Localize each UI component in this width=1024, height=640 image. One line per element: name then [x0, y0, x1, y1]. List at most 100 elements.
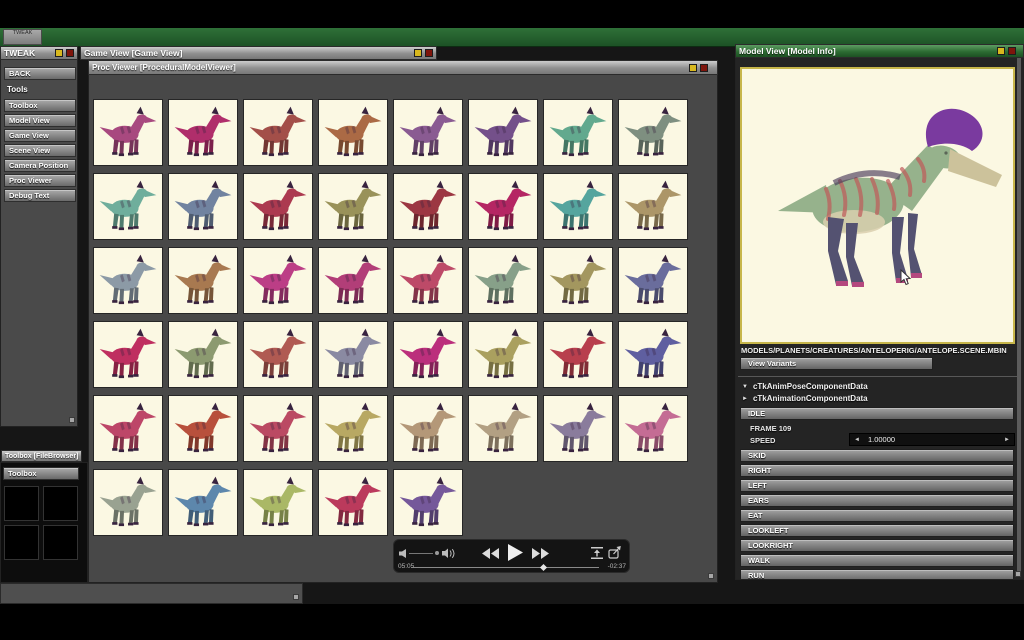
model-view-titlebar[interactable]: Model View [Model Info] [735, 44, 1024, 58]
scrubber-handle[interactable] [539, 563, 548, 572]
sidebar-item-debug-text[interactable]: Debug Text [4, 189, 76, 202]
component-anim-pose[interactable]: ▼ cTkAnimPoseComponentData [742, 382, 868, 391]
creature-thumbnail[interactable] [468, 247, 538, 314]
animation-item-run[interactable]: RUN [740, 569, 1014, 579]
creature-thumbnail[interactable] [393, 395, 463, 462]
creature-thumbnail[interactable] [243, 321, 313, 388]
creature-thumbnail[interactable] [543, 99, 613, 166]
sidebar-item-scene-view[interactable]: Scene View [4, 144, 76, 157]
animation-item-lookright[interactable]: LOOKRIGHT [740, 539, 1014, 552]
creature-thumbnail[interactable] [318, 395, 388, 462]
back-button[interactable]: BACK [4, 67, 76, 80]
creature-thumbnail[interactable] [393, 321, 463, 388]
speed-stepper[interactable]: ◄ 1.00000 ► [849, 433, 1015, 446]
fullscreen-icon[interactable] [591, 547, 603, 559]
close-button[interactable] [66, 49, 74, 57]
creature-thumbnail[interactable] [618, 395, 688, 462]
play-icon[interactable] [508, 544, 523, 561]
creature-thumbnail[interactable] [168, 321, 238, 388]
creature-thumbnail[interactable] [618, 173, 688, 240]
creature-thumbnail[interactable] [168, 99, 238, 166]
creature-thumbnail[interactable] [393, 99, 463, 166]
speaker-icon[interactable] [442, 548, 455, 559]
creature-thumbnail[interactable] [543, 173, 613, 240]
creature-thumbnail[interactable] [318, 469, 388, 536]
animation-item-idle[interactable]: IDLE [740, 407, 1014, 420]
creature-thumbnail[interactable] [243, 173, 313, 240]
animation-item-lookleft[interactable]: LOOKLEFT [740, 524, 1014, 537]
file-slot[interactable] [4, 486, 39, 521]
animation-item-right[interactable]: RIGHT [740, 464, 1014, 477]
sidebar-item-camera-position[interactable]: Camera Position [4, 159, 76, 172]
expanded-triangle-icon[interactable]: ▼ [742, 384, 748, 390]
creature-thumbnail[interactable] [543, 395, 613, 462]
tweak-titlebar[interactable]: TWEAK [0, 46, 78, 60]
sidebar-item-model-view[interactable]: Model View [4, 114, 76, 127]
minimize-button[interactable] [689, 63, 697, 72]
resize-grip[interactable] [69, 417, 75, 423]
animation-item-eat[interactable]: EAT [740, 509, 1014, 522]
creature-thumbnail[interactable] [468, 395, 538, 462]
creature-thumbnail[interactable] [93, 395, 163, 462]
creature-thumbnail[interactable] [543, 247, 613, 314]
creature-thumbnail[interactable] [168, 395, 238, 462]
window-tab[interactable]: TWEAK [3, 29, 42, 45]
creature-thumbnail[interactable] [543, 321, 613, 388]
minimize-button[interactable] [414, 49, 422, 57]
sidebar-item-toolbox[interactable]: Toolbox [4, 99, 76, 112]
creature-thumbnail[interactable] [468, 99, 538, 166]
animation-item-walk[interactable]: WALK [740, 554, 1014, 567]
scrollbar[interactable] [1017, 58, 1021, 577]
creature-thumbnail[interactable] [318, 173, 388, 240]
view-variants-button[interactable]: View Variants [740, 357, 933, 370]
collapsed-triangle-icon[interactable]: ► [742, 396, 748, 402]
volume-min-icon[interactable] [399, 549, 407, 558]
volume-knob[interactable] [435, 551, 439, 555]
decrement-arrow-icon[interactable]: ◄ [850, 437, 860, 443]
share-icon[interactable] [608, 546, 621, 559]
animation-item-ears[interactable]: EARS [740, 494, 1014, 507]
creature-thumbnail[interactable] [93, 247, 163, 314]
resize-grip[interactable] [293, 594, 299, 600]
sidebar-item-proc-viewer[interactable]: Proc Viewer [4, 174, 76, 187]
animation-item-left[interactable]: LEFT [740, 479, 1014, 492]
creature-thumbnail[interactable] [93, 173, 163, 240]
creature-thumbnail[interactable] [318, 247, 388, 314]
close-button[interactable] [425, 49, 433, 57]
creature-thumbnail[interactable] [393, 173, 463, 240]
creature-thumbnail[interactable] [318, 99, 388, 166]
creature-thumbnail[interactable] [93, 469, 163, 536]
creature-thumbnail[interactable] [618, 247, 688, 314]
resize-grip[interactable] [1015, 571, 1021, 577]
file-slot[interactable] [4, 525, 39, 560]
close-button[interactable] [700, 63, 708, 72]
creature-thumbnail[interactable] [468, 173, 538, 240]
toolbox-button[interactable]: Toolbox [3, 467, 79, 480]
fast-forward-icon[interactable] [532, 548, 549, 559]
rewind-icon[interactable] [482, 548, 499, 559]
file-slot[interactable] [43, 525, 78, 560]
creature-thumbnail[interactable] [468, 321, 538, 388]
creature-thumbnail[interactable] [168, 247, 238, 314]
creature-thumbnail[interactable] [393, 469, 463, 536]
minimize-button[interactable] [55, 49, 63, 57]
creature-thumbnail[interactable] [393, 247, 463, 314]
game-view-titlebar[interactable]: Game View [Game View] [80, 46, 437, 60]
increment-arrow-icon[interactable]: ► [1004, 437, 1014, 443]
creature-thumbnail[interactable] [243, 247, 313, 314]
creature-thumbnail[interactable] [168, 173, 238, 240]
proc-viewer-titlebar[interactable]: Proc Viewer [ProceduralModelViewer] [88, 60, 718, 75]
creature-thumbnail[interactable] [168, 469, 238, 536]
creature-thumbnail[interactable] [243, 469, 313, 536]
sidebar-item-game-view[interactable]: Game View [4, 129, 76, 142]
file-browser-titlebar[interactable]: Toolbox [FileBrowser] [1, 450, 82, 462]
progress-track[interactable] [411, 567, 599, 568]
minimize-button[interactable] [997, 47, 1005, 55]
creature-thumbnail[interactable] [318, 321, 388, 388]
component-animation[interactable]: ► cTkAnimationComponentData [742, 394, 868, 403]
animation-item-skid[interactable]: SKID [740, 449, 1014, 462]
model-viewport[interactable] [740, 67, 1015, 344]
resize-grip[interactable] [708, 573, 714, 579]
creature-thumbnail[interactable] [93, 321, 163, 388]
creature-thumbnail[interactable] [243, 395, 313, 462]
